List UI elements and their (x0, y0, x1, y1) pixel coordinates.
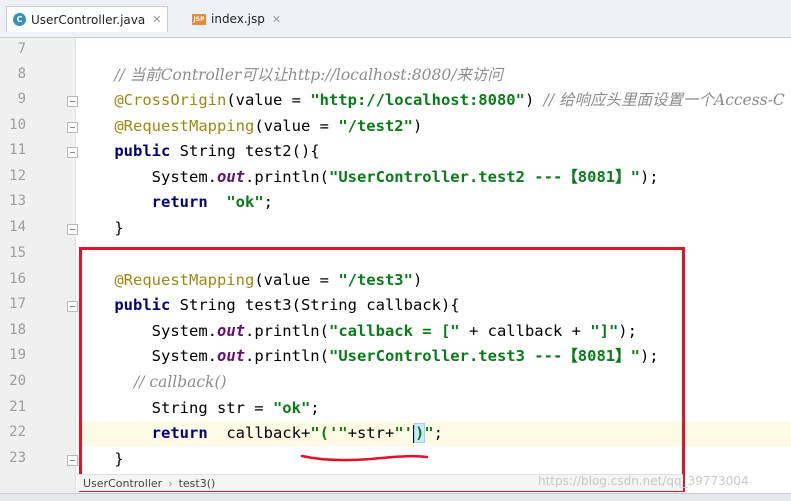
code-text: System. (114, 168, 217, 186)
code-text: } (114, 219, 124, 237)
line-number: 13 (9, 193, 26, 209)
breadcrumb-method[interactable]: test3() (179, 477, 216, 490)
java-class-icon: C (13, 13, 26, 26)
line-number: 17 (9, 296, 26, 312)
code-keyword: public (114, 142, 171, 160)
line-number: 10 (9, 117, 26, 133)
line-number: 7 (17, 41, 26, 57)
code-field: out (216, 168, 245, 186)
editor-gutter: 7 8 9 10 11 12 13 14 15 16 17 18 19 20 2… (0, 38, 78, 501)
code-text: String test2(){ (170, 142, 320, 160)
code-line-8: // 当前Controller可以让http://localhost:8080/… (77, 63, 791, 88)
code-line-14: } (77, 216, 791, 241)
code-text: (value = (226, 91, 311, 109)
close-icon[interactable]: ✕ (152, 13, 161, 26)
line-number: 12 (9, 168, 26, 184)
line-number: 11 (9, 142, 26, 158)
code-string: "http://localhost:8080" (310, 91, 525, 109)
code-string: "ok" (226, 193, 264, 211)
line-number: 21 (9, 399, 26, 415)
line-number: 16 (9, 271, 26, 287)
line-number: 18 (9, 322, 26, 338)
code-text: (value = (254, 117, 339, 135)
code-string: "/test2" (338, 117, 413, 135)
chevron-right-icon: › (168, 476, 173, 490)
jsp-file-icon: JSP (192, 13, 206, 25)
watermark-text: https://blog.csdn.net/qq_39773004 (538, 474, 749, 488)
bottom-tool-bar (0, 493, 791, 501)
line-number: 8 (17, 66, 26, 82)
code-text: ) (524, 91, 544, 109)
code-annotation: @RequestMapping (114, 117, 255, 135)
code-comment: // 当前Controller可以让http://localhost:8080/… (114, 66, 503, 84)
tab-label: index.jsp (211, 12, 265, 26)
tab-label: UserController.java (31, 12, 146, 27)
breadcrumb-class[interactable]: UserController (83, 477, 162, 490)
red-underline-annotation (300, 454, 429, 462)
code-text: ; (263, 193, 273, 211)
line-number: 14 (9, 219, 26, 235)
close-icon[interactable]: ✕ (272, 13, 281, 26)
code-line-11: public String test2(){ (77, 139, 791, 164)
code-line-13: return "ok"; (77, 190, 791, 215)
code-text: ); (639, 168, 659, 186)
code-string: "UserController.test2 ---【8081】" (328, 168, 640, 186)
line-number: 23 (9, 450, 26, 466)
code-keyword: return (114, 193, 208, 211)
line-number: 22 (9, 424, 26, 440)
line-number: 9 (17, 91, 26, 107)
line-number: 15 (9, 245, 26, 261)
code-line-9: @CrossOrigin(value = "http://localhost:8… (77, 88, 791, 113)
editor-tab-bar: C UserController.java ✕ JSP index.jsp ✕ (0, 0, 791, 38)
code-text: .println( (244, 168, 329, 186)
tab-index-jsp[interactable]: JSP index.jsp ✕ (186, 6, 287, 32)
line-number: 19 (9, 347, 26, 363)
code-comment: // 给响应头里面设置一个Access-C (543, 91, 785, 109)
code-text: ) (412, 117, 423, 135)
code-annotation: @CrossOrigin (114, 91, 227, 109)
code-line-10: @RequestMapping(value = "/test2") (77, 114, 791, 139)
tab-user-controller[interactable]: C UserController.java ✕ (6, 6, 169, 32)
line-number: 20 (9, 373, 26, 389)
code-line-12: System.out.println("UserController.test2… (77, 165, 791, 190)
